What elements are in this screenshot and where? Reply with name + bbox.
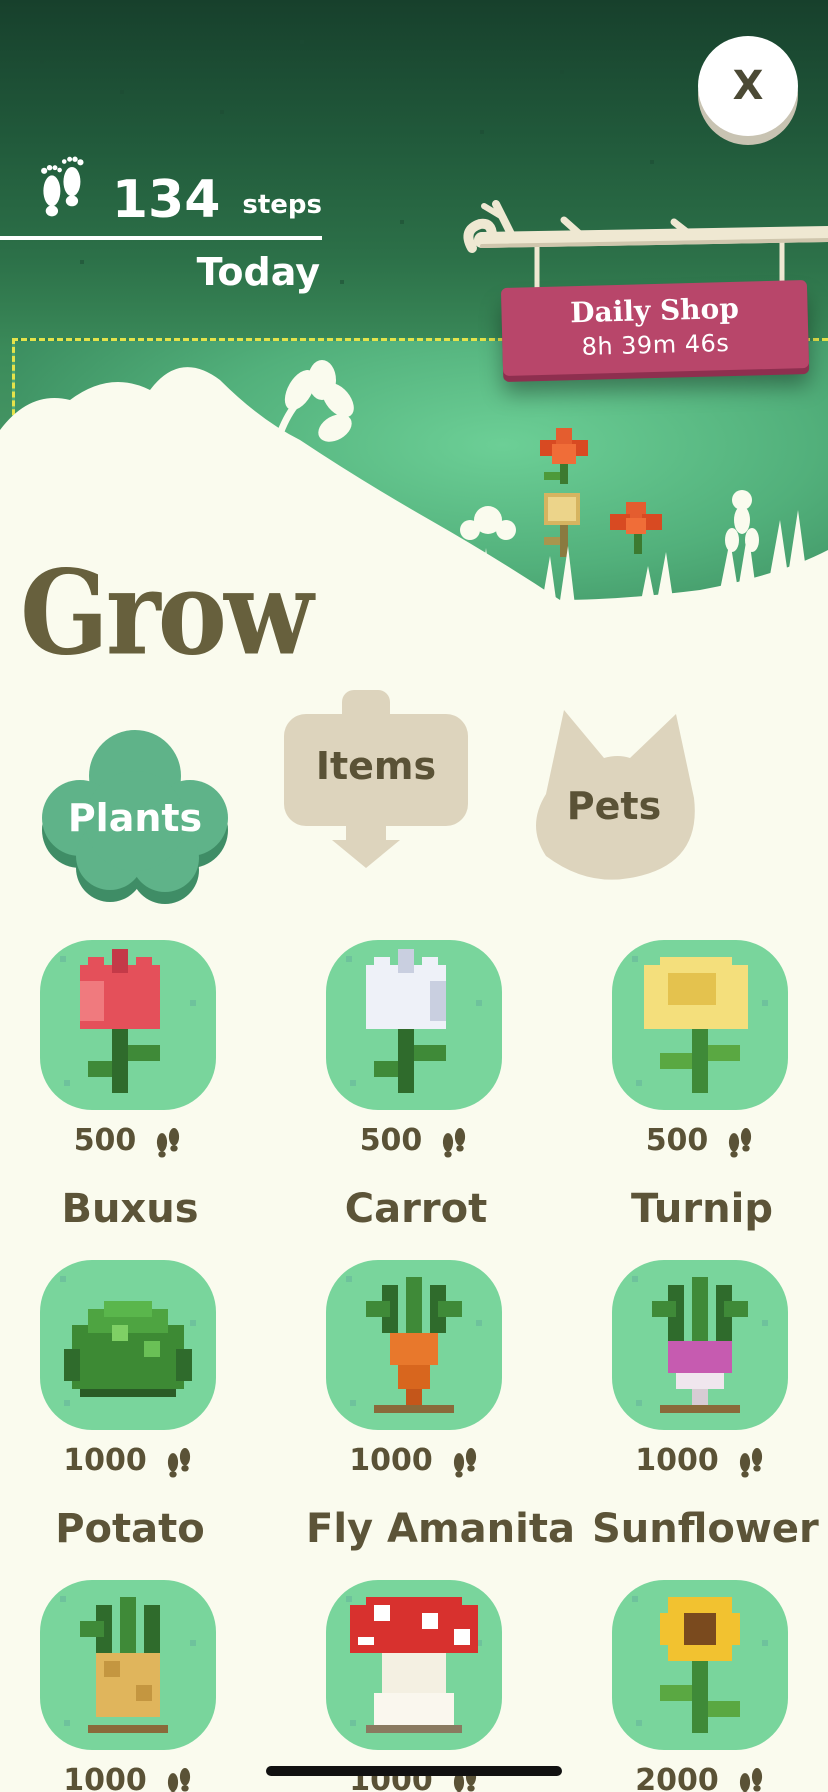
footprints-icon: [443, 1128, 466, 1158]
tab-pets-label: Pets: [566, 784, 662, 828]
plant-name: Potato: [55, 1506, 205, 1552]
tab-pets[interactable]: Pets: [526, 706, 702, 884]
plant-tile: [40, 1260, 216, 1430]
plant-price: 1000: [20, 1442, 240, 1478]
price-value: 1000: [63, 1442, 147, 1478]
plant-price: 1000: [306, 1442, 526, 1478]
footprints-icon: [167, 1768, 190, 1792]
plant-name: Turnip: [631, 1186, 773, 1232]
plant-tile: [612, 1260, 788, 1430]
footprints-icon: [453, 1448, 476, 1478]
price-value: 2000: [635, 1762, 719, 1792]
fly-amanita-icon: [350, 1597, 478, 1733]
footprints-icon: [739, 1768, 762, 1792]
tab-plants-label: Plants: [67, 796, 203, 840]
tab-plants[interactable]: Plants: [40, 726, 230, 910]
plant-name: Carrot: [344, 1186, 488, 1232]
plant-tile: [40, 940, 216, 1110]
footprints-icon: [157, 1128, 180, 1158]
yellow-rose-icon: [644, 957, 748, 1093]
plant-tile: [612, 1580, 788, 1750]
price-value: 1000: [635, 1442, 719, 1478]
carrot-icon: [366, 1277, 462, 1413]
price-value: 500: [359, 1122, 423, 1158]
footprints-icon: [729, 1128, 752, 1158]
plant-price: 500: [592, 1122, 812, 1158]
footprints-icon: [739, 1448, 762, 1478]
price-value: 500: [645, 1122, 709, 1158]
plant-price: 500: [306, 1122, 526, 1158]
turnip-icon: [652, 1277, 748, 1413]
red-tulip-icon: [80, 949, 160, 1093]
price-value: 500: [73, 1122, 137, 1158]
potato-icon: [80, 1597, 168, 1733]
plant-price: 1000: [20, 1762, 240, 1792]
home-indicator[interactable]: [266, 1766, 562, 1776]
plant-tile: [326, 940, 502, 1110]
plant-tile: [612, 940, 788, 1110]
page-title: Grow: [20, 543, 314, 682]
plant-tile: [326, 1260, 502, 1430]
sunflower-icon: [660, 1597, 740, 1733]
tab-items-label: Items: [315, 744, 437, 788]
white-tulip-icon: [366, 949, 446, 1093]
buxus-bush-icon: [64, 1301, 192, 1397]
plant-name: Buxus: [61, 1186, 199, 1232]
plant-name: Sunflower: [592, 1506, 819, 1552]
plant-price: 500: [20, 1122, 240, 1158]
plant-tile: [40, 1580, 216, 1750]
price-value: 1000: [349, 1442, 433, 1478]
plant-price: 1000: [592, 1442, 812, 1478]
plant-price: 2000: [592, 1762, 812, 1792]
tab-items[interactable]: Items: [284, 690, 468, 870]
footprints-icon: [167, 1448, 190, 1478]
price-value: 1000: [63, 1762, 147, 1792]
plant-tile: [326, 1580, 502, 1750]
plant-name: Fly Amanita: [306, 1506, 575, 1552]
